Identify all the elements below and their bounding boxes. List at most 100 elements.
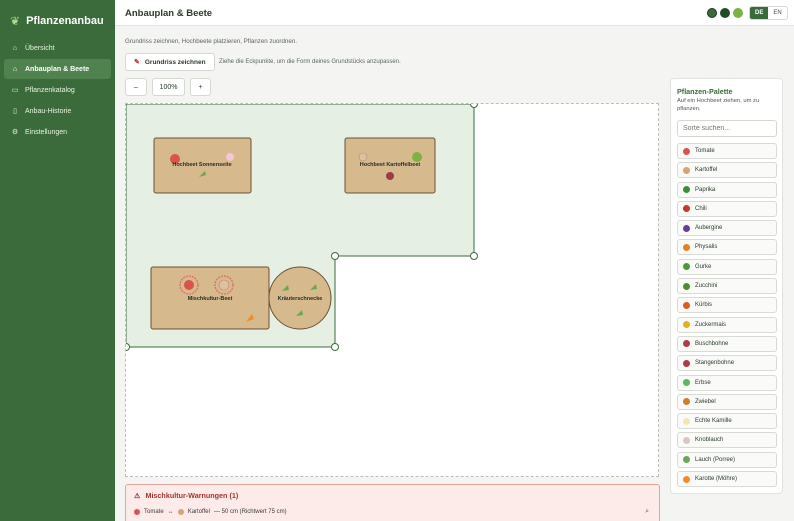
corner-handle[interactable] bbox=[331, 252, 339, 260]
palette-item[interactable]: Echte Kamille bbox=[677, 413, 777, 430]
home-icon: ⌂ bbox=[12, 44, 18, 52]
potato-icon bbox=[358, 152, 368, 162]
bed-label: Hochbeet Kartoffelbeet bbox=[360, 162, 421, 168]
plant-icon bbox=[683, 243, 690, 251]
warnings-title[interactable]: ⚠ Mischkultur-Warnungen (1) bbox=[134, 491, 238, 500]
draw-outline-label: Grundriss zeichnen bbox=[144, 58, 206, 66]
plant-icon bbox=[683, 359, 690, 367]
sidebar-item-history[interactable]: ▯ Anbau-Historie bbox=[4, 101, 111, 121]
palette-item[interactable]: Karotte (Möhre) bbox=[677, 471, 777, 488]
garden-canvas[interactable]: Hochbeet Sonnenseite Hochbeet Kartoffelb… bbox=[125, 103, 659, 477]
tomato-icon bbox=[134, 509, 140, 515]
warning-separator: ↔ bbox=[167, 509, 174, 515]
palette-item[interactable]: Gurke bbox=[677, 258, 777, 275]
palette-item-label: Lauch (Porree) bbox=[695, 456, 736, 463]
lang-en-button[interactable]: EN bbox=[768, 7, 787, 19]
palette-item-label: Kartoffel bbox=[695, 167, 718, 174]
palette-item[interactable]: Aubergine bbox=[677, 220, 777, 237]
palette-item[interactable]: Physalis bbox=[677, 239, 777, 256]
language-switcher: DE EN bbox=[749, 6, 788, 20]
sidebar-item-label: Übersicht bbox=[25, 44, 55, 52]
plant-icon bbox=[683, 147, 690, 155]
zoom-level[interactable]: 100% bbox=[152, 78, 185, 96]
plant-icon bbox=[683, 263, 690, 271]
plant-icon bbox=[683, 456, 690, 464]
page-title: Anbauplan & Beete bbox=[125, 8, 213, 19]
palette-item-label: Zucchini bbox=[695, 283, 718, 290]
palette-item[interactable]: Lauch (Porree) bbox=[677, 451, 777, 468]
palette-item[interactable]: Paprika bbox=[677, 181, 777, 198]
palette-item-label: Karotte (Möhre) bbox=[695, 476, 738, 483]
plant-icon bbox=[683, 321, 690, 329]
palette-item[interactable]: Kartoffel bbox=[677, 162, 777, 179]
warning-detail: — 50 cm (Richtwert 75 cm) bbox=[213, 509, 287, 515]
warning-item[interactable]: Tomate ↔ Kartoffel — 50 cm (Richtwert 75… bbox=[134, 509, 287, 515]
palette-item[interactable]: Erbse bbox=[677, 374, 777, 391]
theme-dot-2[interactable] bbox=[720, 8, 730, 18]
plant-icon bbox=[683, 224, 690, 232]
theme-dot-1[interactable] bbox=[707, 8, 717, 18]
palette-item-label: Echte Kamille bbox=[695, 418, 732, 425]
palette-item[interactable]: Tomate bbox=[677, 143, 777, 159]
palette-description: Auf ein Hochbeet ziehen, um zu pflanzen. bbox=[677, 98, 760, 112]
zoom-out-button[interactable]: – bbox=[125, 78, 147, 96]
warnings-panel: ⚠ Mischkultur-Warnungen (1) Tomate ↔ Kar… bbox=[125, 484, 660, 521]
sidebar-item-settings[interactable]: ⚙ Einstellungen bbox=[4, 122, 111, 142]
corner-handle[interactable] bbox=[331, 343, 339, 351]
pencil-icon: ✎ bbox=[134, 59, 140, 66]
plant-icon bbox=[683, 417, 690, 425]
flower-icon bbox=[226, 153, 234, 161]
garden-plan-svg[interactable]: Hochbeet Sonnenseite Hochbeet Kartoffelb… bbox=[126, 104, 660, 478]
lang-de-button[interactable]: DE bbox=[750, 7, 769, 19]
sidebar-item-catalog[interactable]: ▭ Pflanzenkatalog bbox=[4, 80, 111, 100]
book-icon: ▭ bbox=[11, 87, 19, 94]
potato-icon bbox=[177, 509, 184, 515]
corner-handle[interactable] bbox=[470, 252, 478, 260]
sidebar-nav: ⌂ Übersicht ⌂ Anbauplan & Beete ▭ Pflanz… bbox=[0, 38, 115, 142]
sidebar-item-plan[interactable]: ⌂ Anbauplan & Beete bbox=[4, 59, 111, 79]
plant-icon bbox=[683, 398, 690, 406]
bed-mischkultur[interactable]: Mischkultur-Beet bbox=[150, 266, 270, 330]
bed-kraeuterschnecke[interactable]: Kräuterschnecke bbox=[268, 266, 332, 330]
palette-item-label: Zwiebel bbox=[695, 398, 716, 405]
palette-item-label: Stangenbohne bbox=[695, 360, 735, 367]
gear-icon: ⚙ bbox=[11, 129, 19, 136]
locate-icon[interactable]: ⌕ bbox=[645, 508, 649, 516]
plant-list: Tomate Kartoffel Paprika Chili Aubergine Phys… bbox=[677, 143, 777, 490]
palette-item-label: Paprika bbox=[695, 186, 716, 193]
app-brand[interactable]: ❦ Pflanzenanbau bbox=[0, 0, 115, 32]
sidebar-item-overview[interactable]: ⌂ Übersicht bbox=[4, 38, 111, 58]
draw-outline-button[interactable]: ✎ Grundriss zeichnen bbox=[125, 53, 215, 71]
top-header: Anbauplan & Beete DE EN bbox=[115, 0, 794, 26]
corner-handle[interactable] bbox=[470, 104, 478, 108]
sprout-icon: ❦ bbox=[10, 14, 21, 28]
warning-plant-a: Tomate bbox=[144, 509, 164, 515]
warning-plant-b: Kartoffel bbox=[187, 509, 210, 515]
plant-icon bbox=[683, 475, 690, 483]
theme-dot-3[interactable] bbox=[733, 8, 743, 18]
palette-item-label: Tomate bbox=[695, 148, 715, 154]
bed-label: Kräuterschnecke bbox=[278, 296, 323, 302]
palette-item[interactable]: Chili bbox=[677, 200, 777, 217]
sidebar: ❦ Pflanzenanbau ⌂ Übersicht ⌂ Anbauplan … bbox=[0, 0, 115, 521]
palette-item-label: Buschbohne bbox=[695, 340, 729, 347]
bed-sonnenseite[interactable]: Hochbeet Sonnenseite bbox=[153, 137, 252, 194]
palette-item-label: Physalis bbox=[695, 244, 718, 251]
palette-item[interactable]: Stangenbohne bbox=[677, 355, 777, 372]
corner-handle[interactable] bbox=[126, 343, 130, 351]
palette-item-label: Zuckermais bbox=[695, 321, 727, 328]
zoom-in-button[interactable]: + bbox=[190, 78, 211, 96]
palette-item[interactable]: Zucchini bbox=[677, 278, 777, 295]
warnings-title-text: Mischkultur-Warnungen (1) bbox=[145, 491, 239, 500]
palette-item[interactable]: Kürbis bbox=[677, 297, 777, 314]
palette-item[interactable]: Knoblauch bbox=[677, 432, 777, 449]
plant-icon bbox=[683, 205, 690, 213]
palette-item[interactable]: Zwiebel bbox=[677, 393, 777, 410]
plant-icon bbox=[683, 436, 690, 444]
plant-search-input[interactable] bbox=[677, 120, 777, 137]
plan-icon: ⌂ bbox=[12, 65, 18, 73]
plant-icon bbox=[683, 340, 690, 348]
palette-item[interactable]: Buschbohne bbox=[677, 335, 777, 352]
bed-kartoffelbeet[interactable]: Hochbeet Kartoffelbeet bbox=[344, 137, 436, 194]
palette-item[interactable]: Zuckermais bbox=[677, 316, 777, 333]
